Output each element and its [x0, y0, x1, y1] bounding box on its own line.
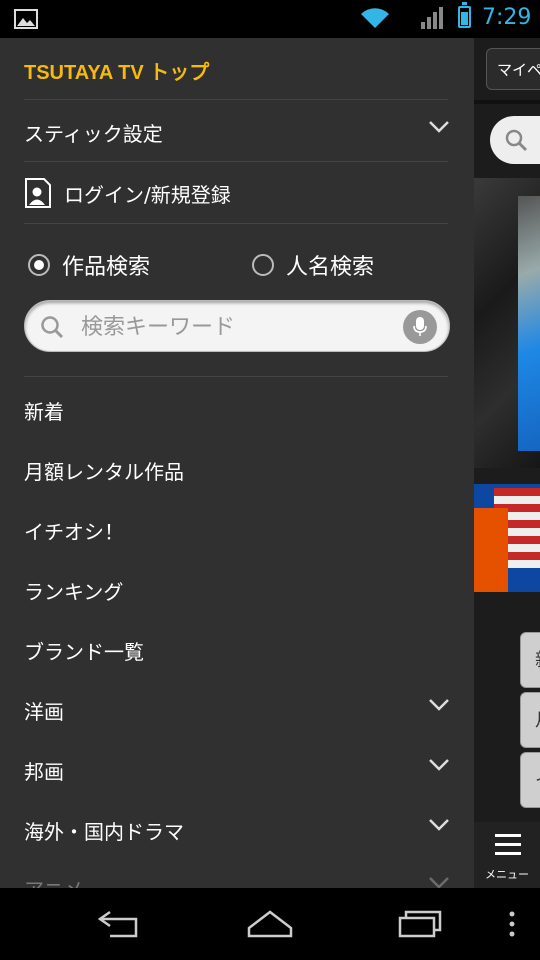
divider	[24, 223, 448, 224]
back-icon[interactable]	[96, 908, 144, 940]
menu-item-monthly-rental[interactable]: 月額レンタル作品	[24, 456, 450, 486]
menu-item-label: イチオシ！	[24, 520, 124, 544]
menu-item-label: ランキング	[24, 580, 124, 604]
menu-item-japanese-films[interactable]: 邦画	[24, 756, 450, 786]
system-navigation-bar	[0, 888, 540, 960]
login-label: ログイン/新規登録	[64, 183, 231, 207]
login-row[interactable]: ログイン/新規登録	[24, 178, 450, 209]
chevron-down-icon	[429, 877, 449, 888]
side-tab-pickup[interactable]: イ	[520, 752, 540, 808]
menu-item-pickup[interactable]: イチオシ！	[24, 516, 450, 546]
image-icon	[14, 9, 38, 29]
menu-item-dramas[interactable]: 海外・国内ドラマ	[24, 816, 450, 846]
clock: 7:29	[482, 5, 532, 30]
chevron-down-icon	[429, 121, 449, 133]
status-bar: 7:29	[0, 0, 540, 38]
divider	[24, 99, 448, 100]
menu-item-new[interactable]: 新着	[24, 396, 450, 426]
hamburger-icon	[495, 834, 521, 856]
menu-item-brands[interactable]: ブランド一覧	[24, 636, 450, 666]
user-card-icon	[25, 178, 51, 208]
divider	[24, 376, 448, 377]
search-bar[interactable]	[24, 300, 450, 352]
home-icon[interactable]	[246, 908, 294, 940]
chevron-down-icon	[429, 699, 449, 711]
battery-icon	[458, 2, 471, 28]
menu-item-western-films[interactable]: 洋画	[24, 696, 450, 726]
wifi-icon	[361, 8, 389, 28]
background-app: マイペ 新 月 イ メニュー	[474, 38, 540, 888]
search-input[interactable]	[79, 309, 383, 345]
drawer-title[interactable]: TSUTAYA TV トップ	[24, 56, 209, 85]
menu-button-label: メニュー	[485, 868, 529, 881]
search-icon	[505, 129, 528, 152]
divider	[24, 161, 448, 162]
menu-item-label: 邦画	[24, 760, 64, 784]
person-search-radio[interactable]	[252, 254, 274, 276]
promo-image	[474, 508, 508, 592]
menu-item-label: 洋画	[24, 700, 64, 724]
navigation-drawer: TSUTAYA TV トップ スティック設定 ログイン/新規登録 作品検索 人名…	[0, 38, 474, 888]
chevron-down-icon	[429, 759, 449, 771]
title-search-label[interactable]: 作品検索	[62, 249, 150, 281]
divider	[474, 100, 540, 104]
side-tab-new[interactable]: 新	[520, 632, 540, 688]
background-search[interactable]	[490, 116, 540, 164]
menu-item-label: 新着	[24, 400, 64, 424]
recent-apps-icon[interactable]	[396, 908, 444, 940]
mypage-button[interactable]: マイペ	[486, 48, 540, 90]
menu-item-label: ブランド一覧	[24, 640, 144, 664]
menu-item-anime[interactable]: アニメ	[24, 874, 450, 888]
menu-item-ranking[interactable]: ランキング	[24, 576, 450, 606]
microphone-icon	[413, 317, 427, 336]
menu-item-label: 海外・国内ドラマ	[24, 820, 184, 844]
menu-button[interactable]: メニュー	[474, 822, 540, 888]
overflow-menu-icon[interactable]	[506, 908, 518, 940]
voice-search-button[interactable]	[403, 310, 437, 344]
menu-item-label: アニメ	[24, 878, 84, 888]
search-icon	[41, 316, 64, 339]
title-search-radio[interactable]	[28, 254, 50, 276]
person-search-label[interactable]: 人名検索	[286, 249, 374, 281]
signal-icon	[421, 7, 443, 29]
stick-settings-row[interactable]: スティック設定	[24, 118, 450, 148]
stick-settings-label: スティック設定	[24, 122, 163, 146]
side-tab-monthly[interactable]: 月	[520, 692, 540, 748]
menu-item-label: 月額レンタル作品	[24, 460, 184, 484]
featured-poster[interactable]	[518, 196, 540, 451]
chevron-down-icon	[429, 819, 449, 831]
